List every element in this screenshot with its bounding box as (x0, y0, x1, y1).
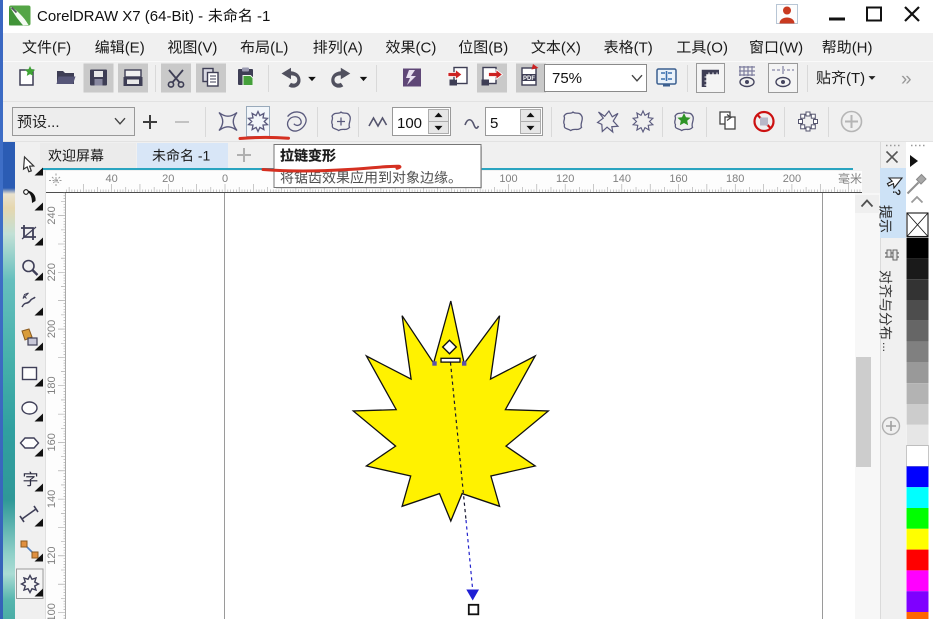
svg-text:?: ? (890, 189, 902, 196)
svg-text:160: 160 (669, 173, 687, 185)
svg-text:20: 20 (162, 173, 174, 185)
svg-text:-1: -1 (253, 8, 271, 25)
svg-text:(C): (C) (416, 40, 437, 57)
svg-text:100: 100 (46, 603, 58, 619)
svg-text:(X): (X) (561, 40, 581, 57)
svg-text:-1: -1 (194, 148, 211, 164)
svg-text:...: ... (47, 114, 60, 131)
svg-text:5: 5 (490, 115, 498, 132)
svg-text:PDF: PDF (523, 76, 535, 82)
svg-text:(A): (A) (343, 40, 363, 57)
svg-text:120: 120 (46, 547, 58, 565)
svg-text:160: 160 (46, 433, 58, 451)
svg-text:200: 200 (46, 320, 58, 338)
svg-text:140: 140 (46, 490, 58, 508)
svg-text:75%: 75% (552, 70, 582, 87)
svg-text:(B): (B) (488, 40, 508, 57)
svg-text:0: 0 (222, 173, 228, 185)
svg-text:(E): (E) (125, 40, 145, 57)
svg-text:40: 40 (105, 173, 117, 185)
svg-text:(T): (T) (634, 40, 653, 57)
svg-text:240: 240 (46, 206, 58, 224)
svg-text:...: ... (880, 342, 894, 352)
svg-text:200: 200 (783, 173, 801, 185)
svg-text:220: 220 (46, 263, 58, 281)
svg-text:(W): (W) (779, 40, 803, 57)
svg-text:(L): (L) (270, 40, 288, 57)
svg-text:(T): (T) (846, 70, 865, 87)
svg-text:CorelDRAW X7 (64-Bit) -: CorelDRAW X7 (64-Bit) - (37, 8, 207, 25)
svg-text:(H): (H) (852, 40, 873, 57)
svg-text:(F): (F) (52, 40, 71, 57)
svg-text:100: 100 (397, 115, 422, 132)
svg-text:(O): (O) (706, 40, 728, 57)
svg-text:»: » (901, 69, 912, 90)
svg-text:(V): (V) (197, 40, 217, 57)
svg-text:120: 120 (556, 173, 574, 185)
svg-text:180: 180 (726, 173, 744, 185)
svg-text:100: 100 (499, 173, 517, 185)
svg-text:180: 180 (46, 376, 58, 394)
svg-text:140: 140 (613, 173, 631, 185)
